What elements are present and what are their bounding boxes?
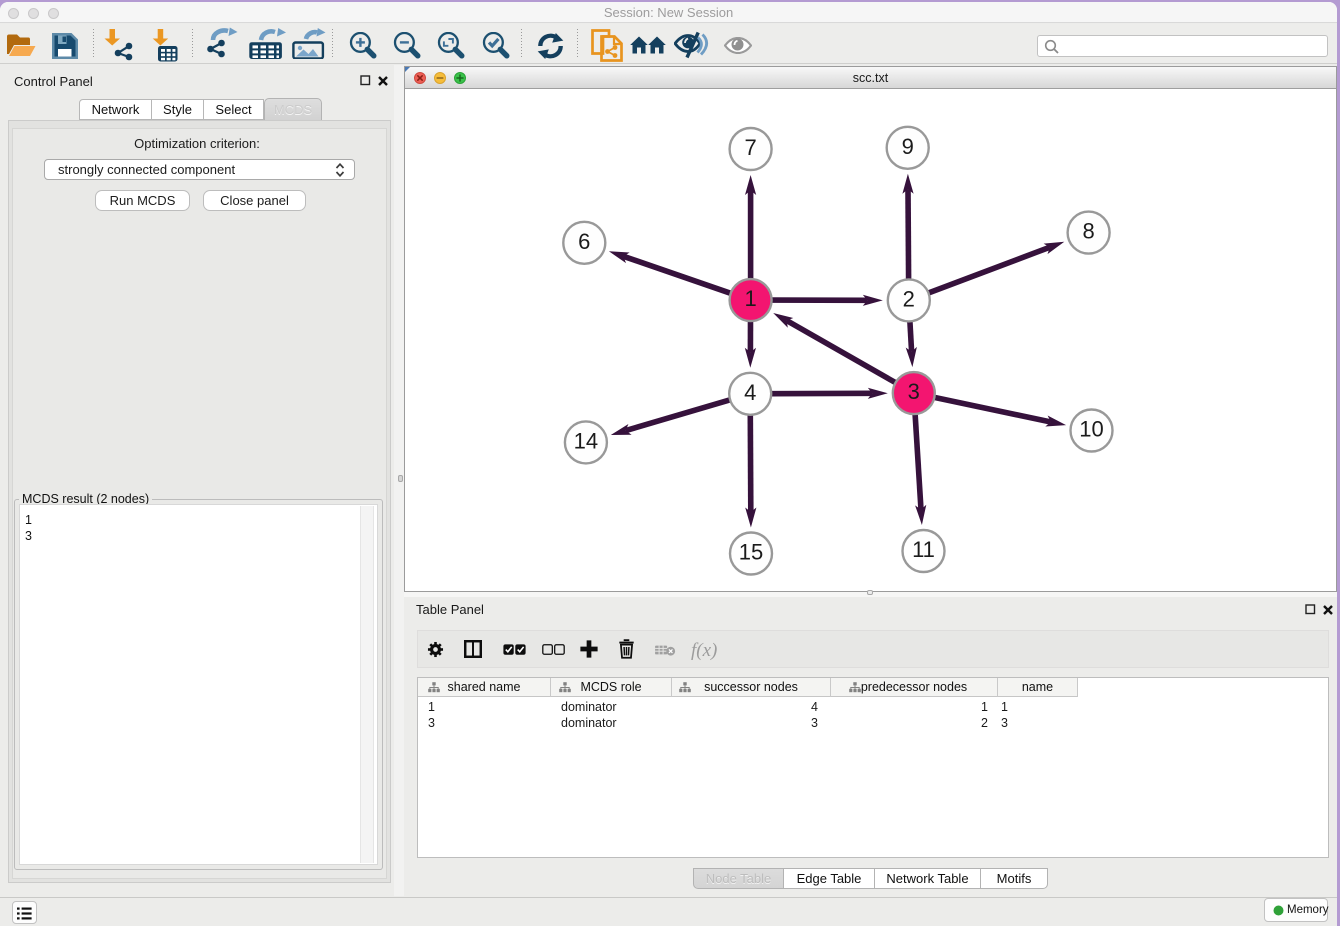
svg-text:15: 15 bbox=[739, 540, 763, 565]
svg-text:11: 11 bbox=[912, 537, 935, 562]
svg-text:14: 14 bbox=[574, 428, 598, 453]
svg-text:2: 2 bbox=[903, 286, 915, 311]
svg-text:8: 8 bbox=[1082, 219, 1094, 244]
svg-text:7: 7 bbox=[744, 135, 756, 160]
svg-text:9: 9 bbox=[902, 134, 914, 159]
svg-text:10: 10 bbox=[1079, 417, 1103, 442]
svg-text:6: 6 bbox=[578, 229, 590, 254]
svg-text:3: 3 bbox=[908, 379, 920, 404]
svg-text:1: 1 bbox=[744, 286, 756, 311]
svg-text:4: 4 bbox=[744, 380, 756, 405]
